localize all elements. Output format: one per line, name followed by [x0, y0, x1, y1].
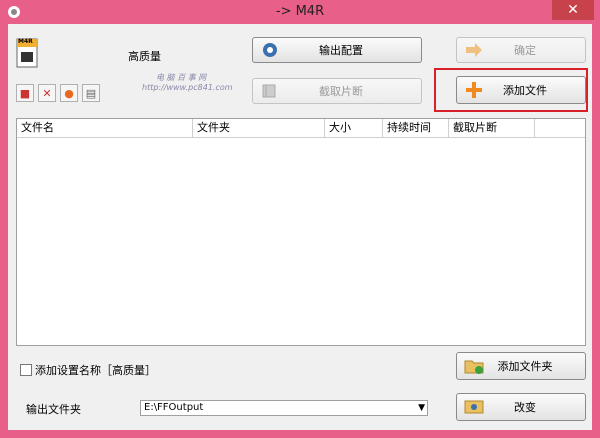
arrow-right-icon: [463, 41, 485, 59]
chevron-down-icon: ▼: [418, 403, 425, 413]
clip-button[interactable]: 截取片断: [252, 78, 422, 104]
column-header-folder[interactable]: 文件夹: [193, 119, 325, 137]
add-file-button[interactable]: 添加文件: [456, 76, 586, 104]
file-table[interactable]: 文件名 文件夹 大小 持续时间 截取片断: [16, 118, 586, 346]
remove-small-button[interactable]: ✕: [38, 84, 56, 102]
eye-icon: [463, 398, 485, 416]
change-label: 改变: [514, 401, 536, 414]
add-folder-label: 添加文件夹: [497, 360, 553, 373]
title-bar: -> M4R ✕: [0, 0, 600, 24]
output-config-label: 输出配置: [319, 44, 363, 57]
ok-label: 确定: [514, 44, 536, 57]
delete-icon: ✕: [42, 86, 52, 100]
format-badge: M4R: [18, 38, 33, 45]
output-folder-select[interactable]: E:\FFOutput ▼: [140, 400, 428, 416]
add-setting-name-option[interactable]: 添加设置名称［高质量］: [20, 362, 156, 378]
window-title: -> M4R: [275, 4, 325, 19]
small-toolbar: ■ ✕ ● ▤: [16, 84, 100, 102]
close-button[interactable]: ✕: [552, 0, 594, 20]
add-setting-name-label: 添加设置名称［高质量］: [35, 364, 156, 377]
output-folder-value: E:\FFOutput: [144, 402, 204, 413]
film-clip-icon: [259, 82, 281, 100]
doc-add-icon: ■: [19, 86, 31, 100]
change-button[interactable]: 改变: [456, 393, 586, 421]
column-header-duration[interactable]: 持续时间: [383, 119, 449, 137]
watermark-line1: 电 脑 百 事 网: [156, 73, 207, 82]
play-icon: ●: [64, 86, 74, 100]
column-header-filename[interactable]: 文件名: [17, 119, 193, 137]
add-setting-name-checkbox[interactable]: [20, 364, 32, 376]
main-panel: M4R 高质量 电 脑 百 事 网 http://www.pc841.com ■…: [8, 24, 592, 430]
add-small-button[interactable]: ■: [16, 84, 34, 102]
add-folder-button[interactable]: 添加文件夹: [456, 352, 586, 380]
ok-button[interactable]: 确定: [456, 37, 586, 63]
info-small-button[interactable]: ▤: [82, 84, 100, 102]
info-icon: ▤: [85, 86, 97, 100]
clip-label: 截取片断: [319, 85, 363, 98]
format-icon: M4R: [16, 38, 38, 68]
column-header-size[interactable]: 大小: [325, 119, 383, 137]
output-folder-label: 输出文件夹: [26, 403, 81, 416]
gear-icon: [259, 41, 281, 59]
column-header-clip[interactable]: 截取片断: [449, 119, 535, 137]
watermark: 电 脑 百 事 网 http://www.pc841.com: [136, 66, 256, 100]
table-header: 文件名 文件夹 大小 持续时间 截取片断: [17, 119, 585, 138]
watermark-line2: http://www.pc841.com: [142, 83, 233, 92]
close-icon: ✕: [567, 2, 579, 18]
folder-add-icon: [463, 357, 485, 375]
quality-label: 高质量: [128, 50, 161, 63]
add-file-label: 添加文件: [503, 84, 547, 97]
output-config-button[interactable]: 输出配置: [252, 37, 422, 63]
play-small-button[interactable]: ●: [60, 84, 78, 102]
plus-icon: [463, 81, 485, 99]
